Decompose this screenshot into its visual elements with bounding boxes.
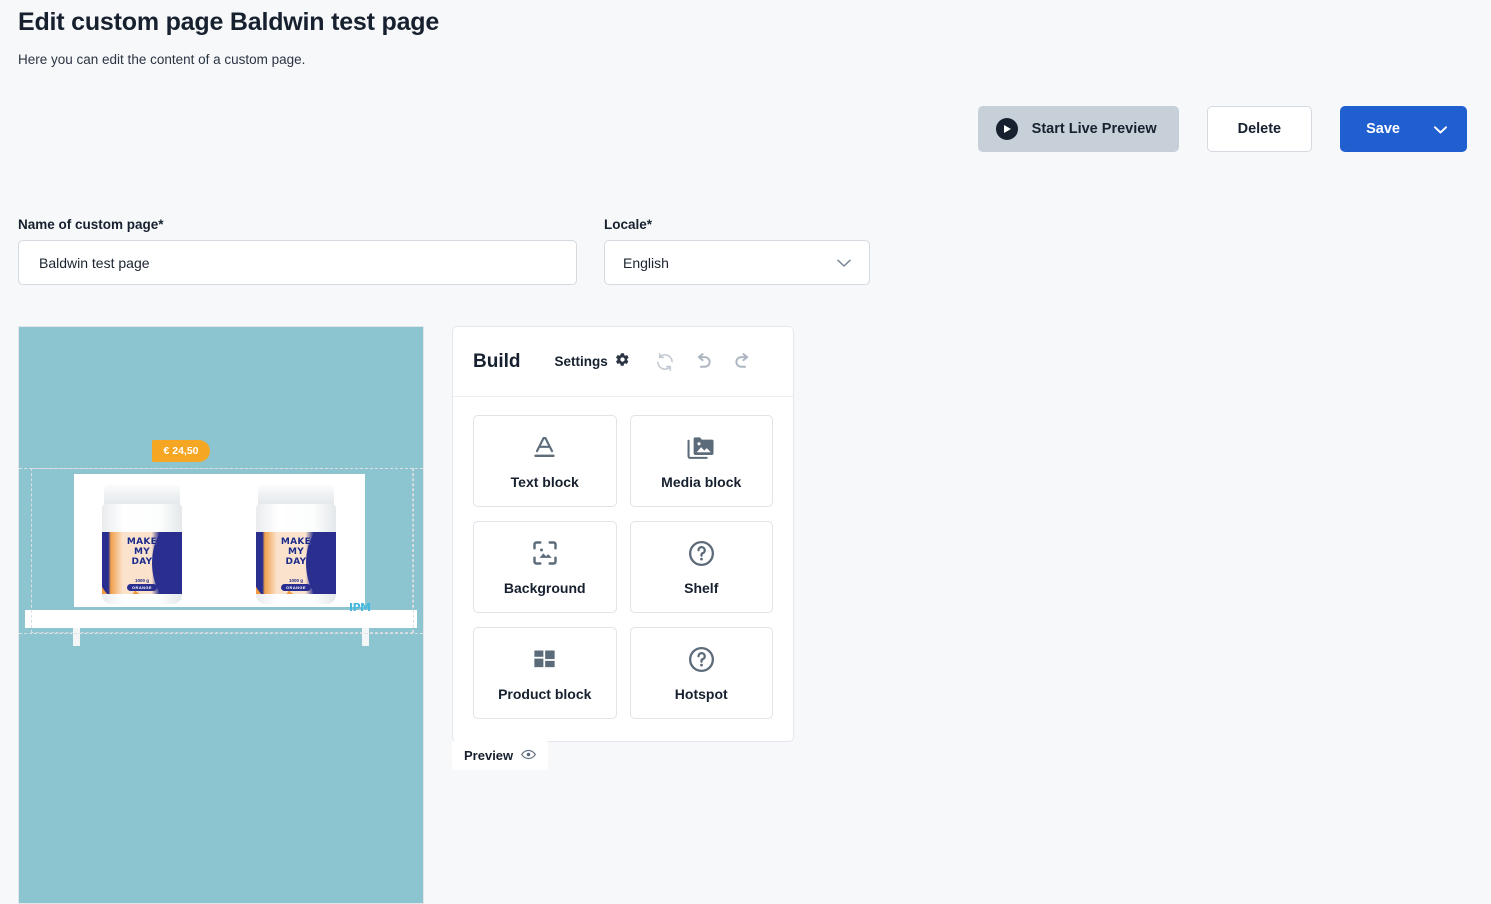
block-tile-shelf[interactable]: Shelf — [629, 521, 773, 613]
build-panel-title: Build — [473, 350, 521, 372]
background-image-icon — [531, 538, 559, 568]
jar-brand-text: MAKE MY DAY — [102, 537, 182, 567]
eye-icon — [521, 748, 537, 763]
chevron-down-icon[interactable] — [1434, 122, 1447, 137]
block-tile-label: Background — [503, 580, 586, 596]
selection-guide-top — [19, 468, 423, 469]
selection-guide-right — [413, 468, 414, 633]
canvas-media-block[interactable]: MAKE MY DAY 1000 g ORANGE MAKE MY DAY 10… — [74, 474, 365, 607]
block-tile-label: Hotspot — [674, 686, 728, 702]
name-input[interactable] — [18, 240, 577, 285]
product-jar[interactable]: MAKE MY DAY 1000 g ORANGE — [254, 484, 338, 604]
settings-button[interactable]: Settings — [555, 352, 630, 372]
save-button[interactable]: Save — [1340, 106, 1467, 152]
jar-body: MAKE MY DAY 1000 g ORANGE — [256, 504, 336, 604]
redo-icon[interactable] — [728, 347, 758, 377]
question-circle-icon — [687, 538, 716, 568]
canvas-preview[interactable]: MAKE MY DAY 1000 g ORANGE MAKE MY DAY 10… — [18, 326, 424, 904]
question-circle-icon — [687, 644, 716, 674]
locale-selected-value: English — [623, 254, 669, 271]
block-tile-label: Shelf — [684, 580, 719, 596]
preview-tab[interactable]: Preview — [452, 740, 549, 770]
chevron-down-icon — [837, 255, 851, 271]
text-underline-icon — [531, 432, 558, 462]
watermark-logo: IPM — [349, 601, 371, 614]
locale-select[interactable]: English — [604, 240, 870, 285]
delete-label: Delete — [1237, 121, 1282, 137]
selection-guide-bottom — [19, 633, 423, 634]
page-subtitle: Here you can edit the content of a custo… — [18, 52, 306, 67]
undo-icon[interactable] — [689, 347, 719, 377]
name-field-label: Name of custom page* — [18, 217, 164, 232]
action-bar: Start Live Preview Delete Save — [977, 106, 1467, 152]
gear-icon — [615, 352, 630, 372]
jar-weight: 1000 g — [288, 578, 303, 583]
jar-flavor-badge: ORANGE — [127, 584, 157, 591]
grid-blocks-icon — [531, 644, 558, 674]
block-tile-media-block[interactable]: Media block — [629, 415, 773, 507]
block-tile-label: Product block — [498, 686, 592, 702]
build-panel-header: Build Settings — [453, 327, 793, 397]
build-block-grid: Text block Media block Background Shelf … — [453, 397, 793, 741]
preview-tab-label: Preview — [464, 747, 514, 763]
page-title: Edit custom page Baldwin test page — [18, 8, 440, 36]
jar-brand-line2: MY — [287, 547, 305, 557]
jar-flavor-badge: ORANGE — [281, 584, 311, 591]
play-icon — [995, 118, 1018, 140]
jar-brand-line1: MAKE — [280, 537, 312, 547]
jar-label: MAKE MY DAY 1000 g ORANGE — [102, 532, 182, 594]
jar-label: MAKE MY DAY 1000 g ORANGE — [256, 532, 336, 594]
jar-weight: 1000 g — [134, 578, 149, 583]
delete-button[interactable]: Delete — [1206, 106, 1313, 152]
block-tile-label: Text block — [510, 474, 579, 490]
block-tile-text-block[interactable]: Text block — [473, 415, 617, 507]
media-images-icon — [687, 432, 716, 462]
build-panel: Build Settings Text block Media block Ba… — [452, 326, 794, 742]
jar-brand-line3: DAY — [131, 557, 153, 567]
block-tile-hotspot[interactable]: Hotspot — [629, 627, 773, 719]
save-label: Save — [1366, 121, 1400, 137]
locale-field-label: Locale* — [604, 217, 653, 232]
price-badge[interactable]: € 24,50 — [152, 440, 210, 462]
refresh-icon[interactable] — [650, 347, 680, 377]
start-live-preview-label: Start Live Preview — [1031, 121, 1157, 137]
block-tile-label: Media block — [661, 474, 742, 490]
start-live-preview-button[interactable]: Start Live Preview — [977, 106, 1179, 152]
settings-label: Settings — [554, 354, 608, 369]
jar-brand-text: MAKE MY DAY — [256, 537, 336, 567]
jar-brand-line3: DAY — [285, 557, 307, 567]
jar-brand-line1: MAKE — [126, 537, 158, 547]
jar-body: MAKE MY DAY 1000 g ORANGE — [102, 504, 182, 604]
jar-brand-line2: MY — [133, 547, 151, 557]
block-tile-product-block[interactable]: Product block — [473, 627, 617, 719]
product-jar[interactable]: MAKE MY DAY 1000 g ORANGE — [100, 484, 184, 604]
block-tile-background[interactable]: Background — [473, 521, 617, 613]
selection-guide-left — [31, 468, 32, 633]
